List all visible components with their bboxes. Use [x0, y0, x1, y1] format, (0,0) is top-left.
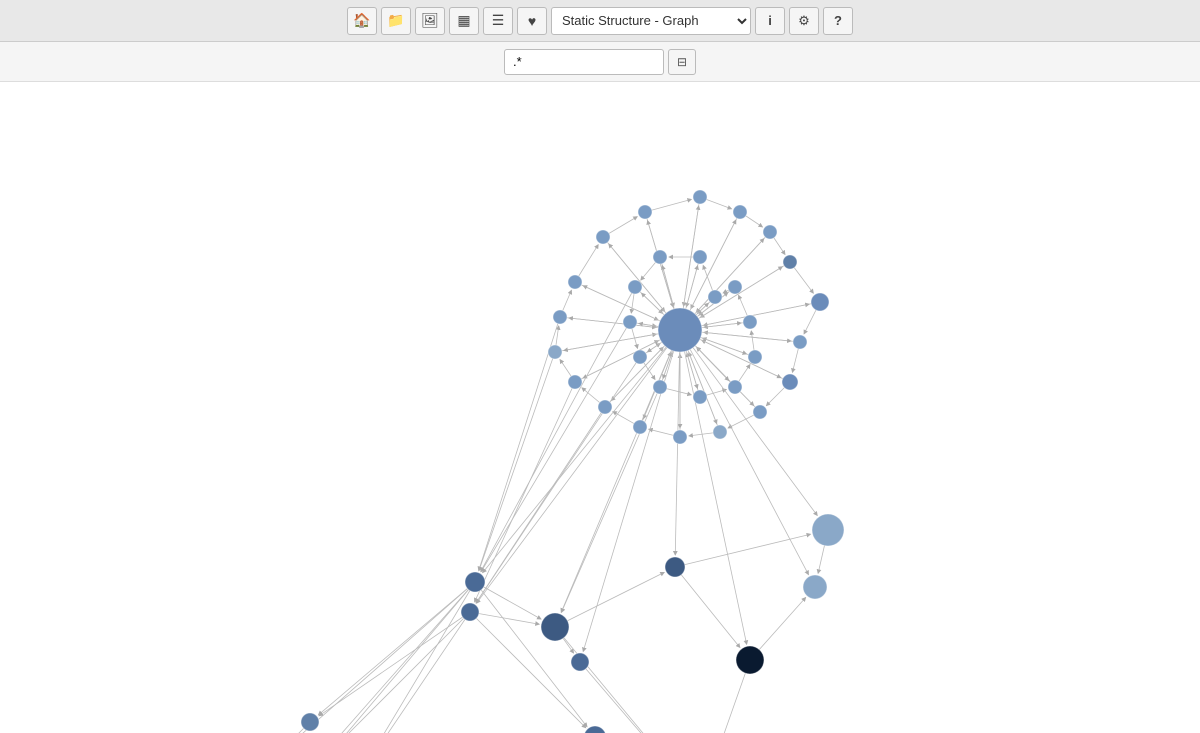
graph-node[interactable] — [568, 275, 582, 289]
table-button[interactable]: ▦ — [449, 7, 479, 35]
graph-node[interactable] — [653, 250, 667, 264]
graph-node[interactable] — [665, 557, 685, 577]
graph-node[interactable] — [598, 400, 612, 414]
graph-svg — [0, 82, 1200, 733]
graph-node[interactable] — [301, 713, 319, 731]
graph-edge — [479, 317, 560, 571]
graph-node[interactable] — [633, 420, 647, 434]
list-button[interactable]: ☰ — [483, 7, 513, 35]
graph-node[interactable] — [658, 308, 702, 352]
graph-edge — [680, 330, 808, 575]
graph-edge — [318, 582, 475, 715]
graph-node[interactable] — [753, 405, 767, 419]
graph-edge — [278, 582, 475, 733]
graph-node[interactable] — [541, 613, 569, 641]
graph-node[interactable] — [728, 380, 742, 394]
graph-node[interactable] — [596, 230, 610, 244]
filter-button[interactable]: ⊟ — [668, 49, 696, 75]
graph-node[interactable] — [553, 310, 567, 324]
graph-edge — [477, 330, 680, 603]
graph-node[interactable] — [811, 293, 829, 311]
help-button[interactable]: ? — [823, 7, 853, 35]
graph-node[interactable] — [782, 374, 798, 390]
graph-node[interactable] — [763, 225, 777, 239]
graph-edge — [483, 330, 680, 573]
graph-node[interactable] — [628, 280, 642, 294]
graph-edge — [561, 330, 680, 612]
image-button[interactable]: 🖼 — [415, 7, 445, 35]
toolbar: 🏠 📁 🖼 ▦ ☰ ♥ Static Structure - Graph Dyn… — [0, 0, 1200, 42]
graph-node[interactable] — [743, 315, 757, 329]
graph-node[interactable] — [812, 514, 844, 546]
graph-node[interactable] — [733, 205, 747, 219]
graph-node[interactable] — [548, 345, 562, 359]
graph-edge — [555, 572, 664, 627]
graph-edge — [583, 330, 680, 651]
graph-node[interactable] — [783, 255, 797, 269]
graph-node[interactable] — [568, 375, 582, 389]
graph-node[interactable] — [736, 646, 764, 674]
graph-node[interactable] — [653, 380, 667, 394]
graph-node[interactable] — [465, 572, 485, 592]
graph-node[interactable] — [693, 250, 707, 264]
graph-node[interactable] — [638, 205, 652, 219]
graph-node[interactable] — [728, 280, 742, 294]
graph-edge — [476, 357, 640, 603]
graph-node[interactable] — [584, 726, 606, 733]
graph-edge — [361, 612, 470, 733]
graph-node[interactable] — [571, 653, 589, 671]
graph-node[interactable] — [693, 390, 707, 404]
graph-node[interactable] — [693, 190, 707, 204]
graph-node[interactable] — [461, 603, 479, 621]
graph-node[interactable] — [748, 350, 762, 364]
home-button[interactable]: 🏠 — [347, 7, 377, 35]
graph-edge — [561, 387, 660, 612]
graph-node[interactable] — [803, 575, 827, 599]
filter-bar: ⊟ — [0, 42, 1200, 82]
view-select[interactable]: Static Structure - Graph Dynamic Structu… — [551, 7, 751, 35]
bookmark-button[interactable]: ♥ — [517, 7, 547, 35]
graph-node[interactable] — [633, 350, 647, 364]
graph-edge — [479, 352, 555, 571]
graph-edge — [319, 612, 470, 716]
graph-edge — [475, 382, 575, 602]
info-button[interactable]: i — [755, 7, 785, 35]
graph-area — [0, 82, 1200, 733]
graph-node[interactable] — [793, 335, 807, 349]
filter-input[interactable] — [504, 49, 664, 75]
graph-node[interactable] — [708, 290, 722, 304]
graph-edge — [675, 567, 740, 648]
graph-edge — [475, 582, 541, 619]
graph-node[interactable] — [673, 430, 687, 444]
settings-button[interactable]: ⚙ — [789, 7, 819, 35]
graph-node[interactable] — [713, 425, 727, 439]
folder-button[interactable]: 📁 — [381, 7, 411, 35]
graph-edge — [361, 582, 475, 733]
graph-edge — [675, 534, 811, 567]
graph-edge — [680, 330, 747, 644]
graph-edge — [475, 582, 587, 727]
graph-node[interactable] — [623, 315, 637, 329]
